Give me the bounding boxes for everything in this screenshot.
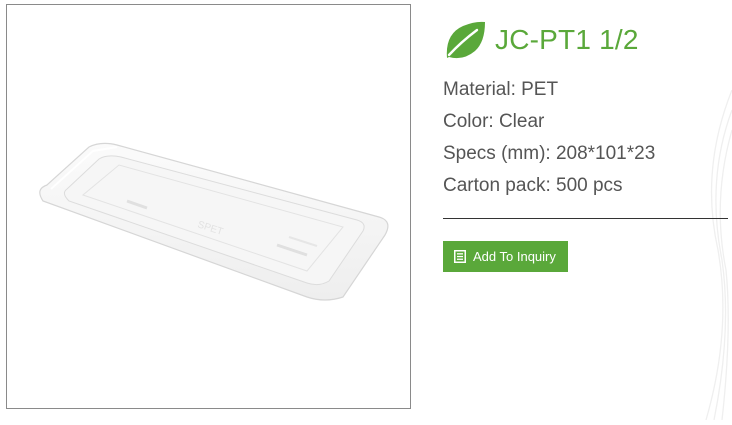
spec-color: Color: Clear (443, 111, 545, 132)
spec-material: Material: PET (443, 79, 559, 100)
spec-carton-pack: Carton pack: 500 pcs (443, 175, 623, 196)
add-to-inquiry-button[interactable]: Add To Inquiry (443, 241, 568, 272)
decorative-pattern (705, 90, 732, 420)
add-to-inquiry-label: Add To Inquiry (473, 249, 556, 264)
list-icon (454, 250, 466, 263)
product-title: JC-PT1 1/2 (495, 24, 639, 55)
leaf-icon (446, 21, 485, 59)
product-image-frame: SPET (6, 4, 411, 409)
spec-dimensions: Specs (mm): 208*101*23 (443, 143, 656, 164)
product-header: JC-PT1 1/2 (443, 20, 639, 60)
product-image: SPET (39, 142, 389, 301)
divider (443, 218, 728, 219)
product-specs: Material: PET Color: Clear Specs (mm): 2… (443, 74, 655, 202)
